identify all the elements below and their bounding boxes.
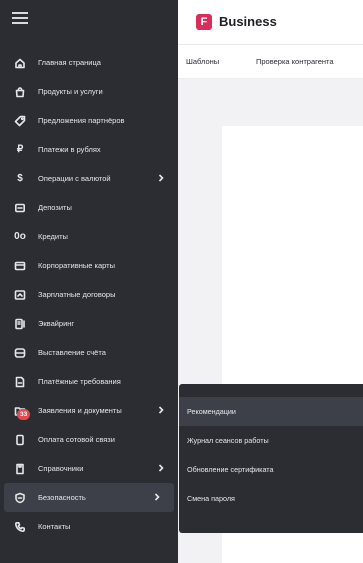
chevron-right-icon <box>157 173 165 183</box>
sidebar-item-acquiring[interactable]: Эквайринг <box>0 309 178 338</box>
sidebar-item-label: Оплата сотовой связи <box>38 435 115 444</box>
subnav-templates[interactable]: Шаблоны <box>186 57 219 66</box>
sidebar-item-payment-requests[interactable]: Платёжные требования <box>0 367 178 396</box>
subnav-counterparty-check[interactable]: Проверка контрагента <box>256 57 334 66</box>
menu-icon[interactable] <box>12 12 28 26</box>
deposit-icon <box>12 200 28 216</box>
chevron-right-icon <box>157 463 165 473</box>
sidebar-item-currency[interactable]: $ Операции с валютой <box>0 164 178 193</box>
notification-badge: 33 <box>17 409 31 420</box>
payment-request-icon <box>12 374 28 390</box>
sidebar-item-label: Продукты и услуги <box>38 87 103 96</box>
sidebar-item-label: Выставление счёта <box>38 348 106 357</box>
sidebar-item-label: Безопасность <box>38 493 86 502</box>
sidebar-item-cards[interactable]: Корпоративные карты <box>0 251 178 280</box>
sidebar-item-invoice[interactable]: Выставление счёта <box>0 338 178 367</box>
sidebar-item-security[interactable]: Безопасность <box>4 483 174 512</box>
sidebar-item-label: Зарплатные договоры <box>38 290 116 299</box>
bag-icon <box>12 84 28 100</box>
sidebar-item-documents[interactable]: 33 Заявления и документы <box>0 396 178 425</box>
sidebar-nav: Главная страница Продукты и услуги Предл… <box>0 48 178 541</box>
submenu-item-certificate-update[interactable]: Обновление сертификата <box>179 455 363 484</box>
sidebar-item-label: Контакты <box>38 522 71 531</box>
sidebar-item-label: Корпоративные карты <box>38 261 115 270</box>
sidebar-item-label: Операции с валютой <box>38 174 111 183</box>
sidebar-item-label: Депозиты <box>38 203 72 212</box>
sidebar-item-label: Предложения партнёров <box>38 116 125 125</box>
top-header: F Business <box>178 0 363 45</box>
sidebar-item-home[interactable]: Главная страница <box>0 48 178 77</box>
submenu-item-recommendations[interactable]: Рекомендации <box>179 397 363 426</box>
submenu-item-session-log[interactable]: Журнал сеансов работы <box>179 426 363 455</box>
home-icon <box>12 55 28 71</box>
sidebar-item-mobile-payment[interactable]: Оплата сотовой связи <box>0 425 178 454</box>
sidebar: Главная страница Продукты и услуги Предл… <box>0 0 178 563</box>
invoice-icon <box>12 345 28 361</box>
sidebar-item-label: Кредиты <box>38 232 68 241</box>
security-submenu: Рекомендации Журнал сеансов работы Обнов… <box>179 384 363 533</box>
sidebar-item-directories[interactable]: Справочники <box>0 454 178 483</box>
sub-navigation: Шаблоны Проверка контрагента <box>178 45 363 79</box>
sidebar-item-label: Платёжные требования <box>38 377 121 386</box>
sidebar-item-contacts[interactable]: Контакты <box>0 512 178 541</box>
card-icon <box>12 258 28 274</box>
credit-icon: 0o <box>14 230 26 242</box>
sidebar-item-label: Платежи в рублях <box>38 145 101 154</box>
dollar-icon: $ <box>17 172 23 184</box>
chevron-right-icon <box>153 492 161 502</box>
phone-icon <box>12 432 28 448</box>
chevron-right-icon <box>157 405 165 415</box>
sidebar-item-label: Заявления и документы <box>38 406 122 415</box>
shield-icon <box>12 490 28 506</box>
brand-name: Business <box>219 14 277 29</box>
tag-icon <box>12 113 28 129</box>
directory-icon <box>12 461 28 477</box>
sidebar-item-deposits[interactable]: Депозиты <box>0 193 178 222</box>
sidebar-item-label: Главная страница <box>38 58 101 67</box>
acquiring-icon <box>12 316 28 332</box>
sidebar-item-products[interactable]: Продукты и услуги <box>0 77 178 106</box>
sidebar-item-label: Справочники <box>38 464 84 473</box>
sidebar-item-rub-payments[interactable]: ₽ Платежи в рублях <box>0 135 178 164</box>
sidebar-item-credits[interactable]: 0o Кредиты <box>0 222 178 251</box>
sidebar-item-label: Эквайринг <box>38 319 75 328</box>
sidebar-item-salary[interactable]: Зарплатные договоры <box>0 280 178 309</box>
brand-logo[interactable]: F <box>196 14 212 30</box>
sidebar-item-partners[interactable]: Предложения партнёров <box>0 106 178 135</box>
submenu-item-change-password[interactable]: Смена пароля <box>179 484 363 513</box>
salary-icon <box>12 287 28 303</box>
ruble-icon: ₽ <box>16 143 24 155</box>
contacts-icon <box>12 519 28 535</box>
